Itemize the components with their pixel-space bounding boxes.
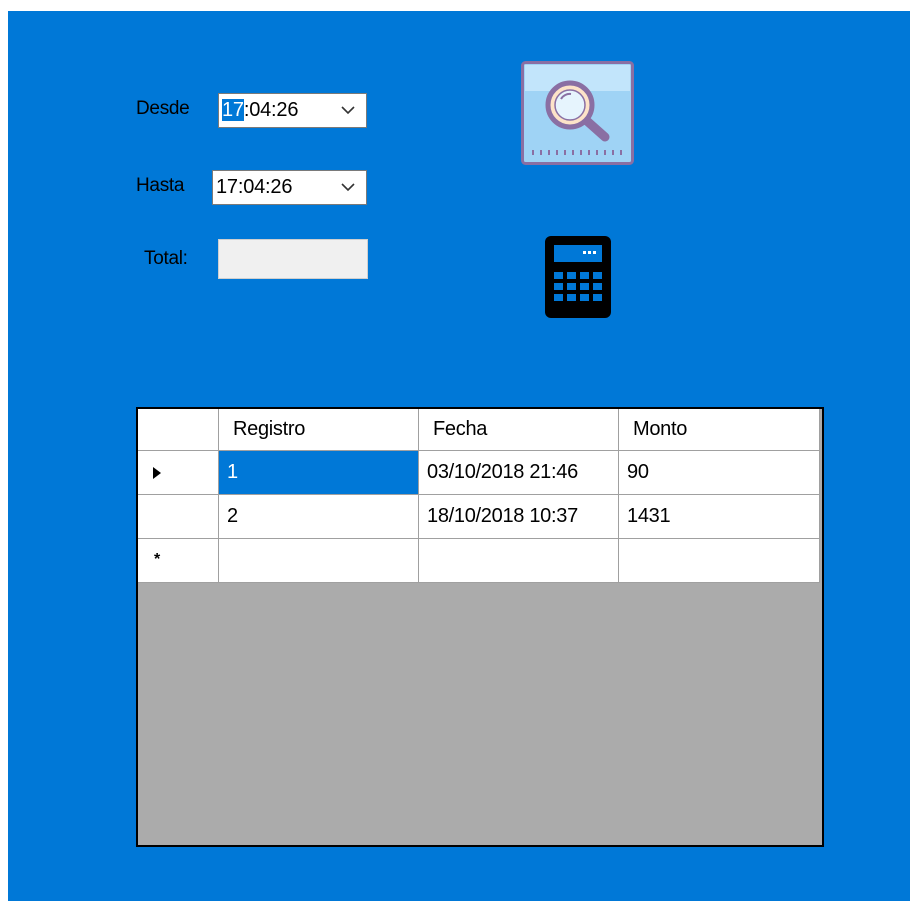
- cell-monto[interactable]: 90: [619, 451, 820, 495]
- cell-registro[interactable]: 1: [219, 451, 419, 495]
- desde-time-rest: :04:26: [243, 99, 299, 121]
- new-row[interactable]: *: [138, 539, 820, 583]
- total-label: Total:: [144, 248, 188, 269]
- new-cell-monto[interactable]: [619, 539, 820, 583]
- desde-hour-segment[interactable]: 17: [222, 99, 244, 121]
- search-icon: [521, 61, 634, 165]
- column-header-fecha[interactable]: Fecha: [419, 409, 619, 451]
- table-row[interactable]: 2 18/10/2018 10:37 1431: [138, 495, 820, 539]
- calculator-button[interactable]: [543, 234, 613, 320]
- cell-fecha[interactable]: 03/10/2018 21:46: [419, 451, 619, 495]
- hasta-time-picker[interactable]: 17:04:26: [212, 170, 367, 205]
- new-cell-fecha[interactable]: [419, 539, 619, 583]
- calculator-icon: [545, 236, 611, 318]
- table-row[interactable]: 1 03/10/2018 21:46 90: [138, 451, 820, 495]
- hasta-label: Hasta: [136, 175, 185, 196]
- chevron-down-icon[interactable]: [340, 180, 356, 194]
- new-row-marker: *: [154, 551, 160, 568]
- cell-monto[interactable]: 1431: [619, 495, 820, 539]
- main-form: Desde 17:04:26 Hasta 17:04:26 Total: Reg…: [8, 11, 910, 901]
- search-button[interactable]: [521, 61, 634, 165]
- grid-header-row: Registro Fecha Monto: [138, 409, 820, 453]
- top-left-header-cell[interactable]: [138, 409, 219, 451]
- row-header-cell[interactable]: *: [138, 539, 219, 583]
- new-cell-registro[interactable]: [219, 539, 419, 583]
- desde-label: Desde: [136, 98, 190, 119]
- column-header-registro[interactable]: Registro: [219, 409, 419, 451]
- column-header-monto[interactable]: Monto: [619, 409, 820, 451]
- chevron-down-icon[interactable]: [340, 103, 356, 117]
- data-grid[interactable]: Registro Fecha Monto 1 03/10/2018 21:46 …: [136, 407, 824, 847]
- row-header-cell[interactable]: [138, 451, 219, 495]
- cell-registro[interactable]: 2: [219, 495, 419, 539]
- hasta-time-value: 17:04:26: [216, 176, 293, 198]
- total-field[interactable]: [218, 239, 368, 279]
- desde-time-value: 17:04:26: [219, 99, 298, 122]
- row-header-cell[interactable]: [138, 495, 219, 539]
- current-row-arrow-icon: [153, 467, 161, 479]
- cell-fecha[interactable]: 18/10/2018 10:37: [419, 495, 619, 539]
- desde-time-picker[interactable]: 17:04:26: [218, 93, 367, 128]
